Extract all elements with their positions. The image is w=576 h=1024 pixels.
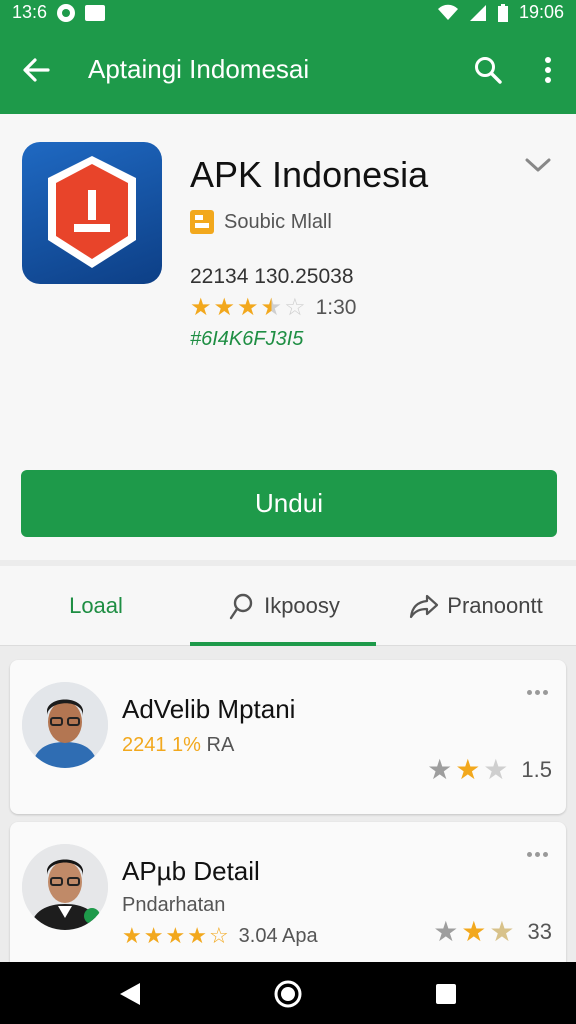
nav-back-button[interactable]	[110, 974, 150, 1014]
chevron-down-icon	[525, 158, 551, 172]
status-bar: 13:6 19:06	[0, 0, 576, 26]
star-icon: ★	[213, 294, 236, 321]
star-icon: ★	[237, 294, 259, 321]
notification-icon	[57, 3, 76, 22]
review-meta: Pndarhatan	[122, 894, 226, 916]
mail-icon	[85, 4, 106, 21]
review-rating-value: 1.5	[521, 757, 552, 782]
signal-icon	[469, 4, 486, 21]
review-rating: ★ ★ ★ 1.5	[427, 756, 552, 784]
star-empty-icon: ☆	[208, 923, 229, 948]
search-icon	[475, 57, 502, 84]
tab-share[interactable]: Pranoontt	[376, 566, 576, 646]
tab-label: Pranoontt	[447, 593, 543, 618]
star-icon: ★	[190, 294, 212, 321]
expand-button[interactable]	[516, 150, 560, 180]
star-icon: ★	[122, 923, 142, 948]
nav-home-button[interactable]	[268, 974, 308, 1014]
star-icon: ★	[165, 923, 186, 948]
star-half-icon: ★	[260, 294, 283, 321]
install-button[interactable]: Undui	[21, 470, 557, 537]
status-time: 13:6	[12, 2, 48, 22]
app-name: APK Indonesia	[190, 154, 429, 195]
tab-label: Loaal	[69, 593, 123, 618]
star-icon: ★	[461, 916, 487, 947]
overflow-menu-button[interactable]	[528, 48, 568, 92]
back-button[interactable]	[14, 48, 58, 92]
developer-badge-icon	[190, 210, 214, 234]
star-icon: ★	[143, 923, 164, 948]
review-user-rating: ★ ★ ★ ★ ☆ 3.04 Apa	[122, 924, 318, 948]
review-rating-value: 33	[527, 919, 552, 944]
triangle-back-icon	[120, 983, 140, 1005]
star-empty-icon: ☆	[284, 294, 306, 321]
tab-reviews[interactable]: Ikpoosy	[192, 566, 376, 646]
battery-icon	[497, 3, 508, 22]
rating-value: 1:30	[315, 296, 357, 319]
review-more-button[interactable]	[520, 682, 554, 702]
tab-indicator	[190, 642, 376, 646]
developer-row[interactable]: Soubic Mlall	[190, 210, 332, 234]
review-more-button[interactable]	[520, 844, 554, 864]
star-icon: ★	[187, 923, 207, 948]
review-card[interactable]: APµb Detail Pndarhatan ★ ★ ★ ★ ☆ 3.04 Ap…	[10, 822, 566, 972]
status-clock: 19:06	[518, 2, 564, 22]
app-icon	[22, 142, 162, 284]
tab-label: Ikpoosy	[264, 593, 340, 618]
star-empty-icon: ★	[483, 754, 509, 785]
search-button[interactable]	[466, 48, 510, 92]
avatar	[22, 682, 108, 768]
circle-home-icon	[274, 980, 302, 1008]
person-icon	[229, 593, 253, 620]
review-user-rating-value: 3.04 Apa	[238, 924, 318, 947]
developer-name: Soubic Mlall	[224, 210, 332, 233]
tab-bar: Loaal Ikpoosy Pranoontt	[0, 566, 576, 646]
review-card[interactable]: AdVelib Mptani 2241 1% RA ★ ★ ★ 1.5	[10, 660, 566, 814]
app-tag: #6I4K6FJ3I5	[190, 328, 304, 350]
review-meta: 2241 1% RA	[122, 734, 234, 757]
app-bar: Aptaingi Indomesai	[0, 26, 576, 114]
share-icon	[410, 594, 439, 619]
wifi-icon	[437, 4, 458, 20]
system-nav-bar	[0, 962, 576, 1024]
nav-recent-button[interactable]	[426, 974, 466, 1014]
review-rating: ★ ★ ★ 33	[433, 918, 552, 946]
arrow-left-icon	[23, 58, 50, 82]
tab-local[interactable]: Loaal	[0, 566, 192, 646]
page-title: Aptaingi Indomesai	[88, 54, 310, 84]
more-vertical-icon	[545, 57, 551, 83]
star-icon: ★	[433, 916, 459, 947]
review-meta-text: RA	[206, 734, 235, 756]
reviewer-name: AdVelib Mptani	[122, 694, 296, 724]
reviewer-name: APµb Detail	[122, 856, 260, 886]
review-meta-highlight: 2241 1%	[122, 734, 201, 756]
app-stats: 22134 130.25038	[190, 265, 354, 288]
star-icon: ★	[455, 754, 481, 785]
app-rating: ★ ★ ★ ★ ☆ 1:30	[190, 296, 356, 320]
avatar	[22, 844, 108, 930]
square-recent-icon	[436, 984, 456, 1004]
star-icon: ★	[427, 754, 453, 785]
star-half-icon: ★	[489, 916, 515, 947]
